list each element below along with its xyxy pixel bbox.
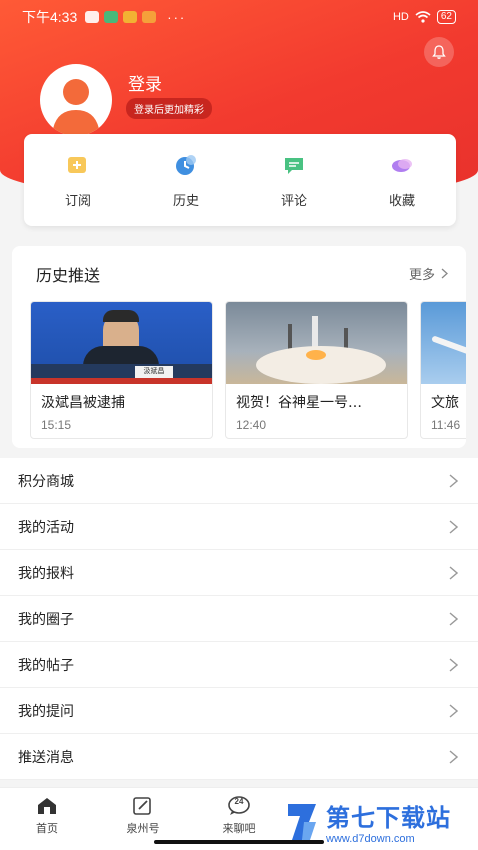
- comment-icon: [285, 157, 303, 174]
- watermark: 第七下载站 www.d7down.com: [282, 798, 451, 845]
- menu-item-label: 我的活动: [18, 519, 74, 536]
- menu-item-label: 积分商城: [18, 473, 74, 490]
- menu-item-my-posts[interactable]: 我的帖子: [0, 642, 478, 688]
- history-card-list: 汲斌昌 汲斌昌被逮捕 15:15 视贺！谷神星一号… 12:40 文旅 11:4…: [30, 301, 466, 439]
- tab-chat[interactable]: 24 来聊吧: [204, 796, 274, 836]
- tab-label: 泉州号: [126, 822, 160, 835]
- notification-bell-button[interactable]: [424, 37, 454, 67]
- menu-item-my-activities[interactable]: 我的活动: [0, 504, 478, 550]
- menu-item-push-messages[interactable]: 推送消息: [0, 734, 478, 780]
- login-subtitle-badge[interactable]: 登录后更加精彩: [126, 98, 212, 119]
- history-card[interactable]: 视贺！谷神星一号… 12:40: [225, 301, 408, 439]
- history-card[interactable]: 汲斌昌 汲斌昌被逮捕 15:15: [30, 301, 213, 439]
- mail-notification-icon: [142, 11, 157, 23]
- favorite-button[interactable]: 收藏: [362, 152, 442, 209]
- watermark-url: www.d7down.com: [326, 833, 415, 845]
- tab-home[interactable]: 首页: [12, 796, 82, 836]
- home-icon: [38, 798, 56, 814]
- profile-menu-list: 积分商城 我的活动 我的报料 我的圈子 我的帖子 我的提问: [0, 458, 478, 734]
- notification-muted-icon: [85, 11, 100, 23]
- comment-button[interactable]: 评论: [254, 152, 334, 209]
- news-thumbnail: [421, 302, 466, 384]
- news-thumbnail: 汲斌昌: [31, 302, 212, 384]
- chevron-right-icon: [449, 657, 458, 672]
- status-bar: 下午4:33 ··· HD 62: [0, 0, 478, 34]
- history-card[interactable]: 文旅 11:46: [420, 301, 466, 439]
- app-notification-icon: [104, 11, 119, 23]
- more-link-label: 更多: [408, 267, 435, 282]
- chat-badge: 24: [234, 797, 244, 806]
- menu-item-label: 我的帖子: [18, 657, 74, 674]
- card-time: 15:15: [41, 418, 72, 432]
- chevron-right-icon: [441, 268, 448, 279]
- card-title: 文旅: [431, 395, 459, 411]
- menu-item-my-reports[interactable]: 我的报料: [0, 550, 478, 596]
- chevron-right-icon: [449, 611, 458, 626]
- history-button[interactable]: 历史: [146, 152, 226, 209]
- menu-item-points-mall[interactable]: 积分商城: [0, 458, 478, 504]
- card-time: 12:40: [236, 418, 267, 432]
- tab-label: 首页: [36, 822, 58, 835]
- chevron-right-icon: [449, 565, 458, 580]
- watermark-logo-icon: [288, 803, 316, 840]
- avatar[interactable]: [40, 64, 112, 136]
- menu-item-my-circles[interactable]: 我的圈子: [0, 596, 478, 642]
- more-notifications-indicator: ···: [167, 9, 187, 25]
- chevron-right-icon: [449, 473, 458, 488]
- history-push-section: 历史推送 更多 汲斌昌 汲斌昌被逮捕 15:15 视贺！谷神星一号… 12:40…: [12, 246, 466, 448]
- menu-item-label: 推送消息: [18, 749, 74, 766]
- chevron-right-icon: [449, 749, 458, 764]
- card-time: 11:46: [431, 418, 461, 432]
- wifi-icon: [415, 11, 431, 23]
- tab-quanzhou[interactable]: 泉州号: [108, 796, 178, 836]
- quick-actions-card: 订阅 历史 评论 收藏: [24, 134, 456, 226]
- news-thumbnail: [226, 302, 407, 384]
- history-push-title: 历史推送: [36, 266, 101, 285]
- tab-label: 来聊吧: [222, 822, 256, 835]
- favorite-icon: [392, 158, 412, 172]
- nameplate: 汲斌昌: [135, 366, 173, 378]
- battery-indicator: 62: [436, 10, 456, 24]
- history-icon: [176, 154, 196, 175]
- login-link[interactable]: 登录: [128, 70, 162, 95]
- settings-menu-list: 推送消息: [0, 734, 478, 780]
- watermark-title: 第七下载站: [326, 805, 451, 832]
- edit-icon: [133, 797, 151, 815]
- chevron-right-icon: [449, 519, 458, 534]
- subscribe-label: 订阅: [64, 193, 91, 209]
- card-title: 视贺！谷神星一号…: [236, 395, 362, 411]
- subscribe-button[interactable]: 订阅: [38, 152, 118, 209]
- app-notification-icon: [123, 11, 138, 23]
- favorite-label: 收藏: [388, 193, 415, 209]
- comment-label: 评论: [280, 193, 307, 209]
- menu-item-label: 我的提问: [18, 703, 74, 720]
- default-avatar-icon: [52, 79, 100, 136]
- menu-item-label: 我的圈子: [18, 611, 74, 628]
- menu-item-my-questions[interactable]: 我的提问: [0, 688, 478, 734]
- card-title: 汲斌昌被逮捕: [41, 395, 125, 411]
- chevron-right-icon: [449, 703, 458, 718]
- signal-icon: HD: [392, 11, 409, 23]
- menu-item-label: 我的报料: [18, 565, 74, 582]
- more-link[interactable]: 更多: [409, 264, 448, 283]
- status-time: 下午4:33: [22, 9, 78, 25]
- bell-icon: [432, 45, 446, 59]
- history-label: 历史: [172, 193, 199, 209]
- subscribe-icon: [68, 156, 86, 173]
